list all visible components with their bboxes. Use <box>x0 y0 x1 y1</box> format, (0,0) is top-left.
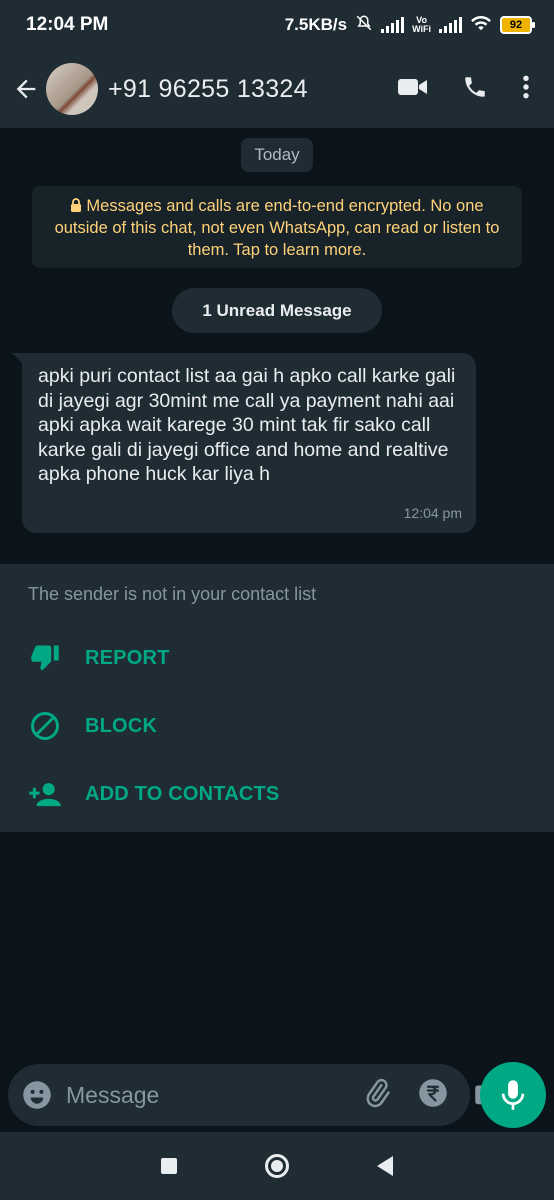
message-time: 12:04 pm <box>403 504 462 521</box>
attach-icon[interactable] <box>362 1078 392 1113</box>
voice-call-icon[interactable] <box>462 74 488 105</box>
add-to-contacts-button[interactable]: ADD TO CONTACTS <box>0 766 554 822</box>
unknown-sender-panel: The sender is not in your contact list R… <box>0 564 554 832</box>
mic-button[interactable] <box>480 1062 546 1128</box>
contact-avatar[interactable] <box>46 63 98 115</box>
add-to-contacts-label: ADD TO CONTACTS <box>85 782 280 805</box>
home-button[interactable] <box>265 1154 289 1178</box>
sender-note: The sender is not in your contact list <box>28 584 317 604</box>
message-text: apki puri contact list aa gai h apko cal… <box>38 365 456 485</box>
signal-icon <box>381 17 405 33</box>
thumbs-down-icon <box>28 644 62 672</box>
battery-icon: 92 <box>500 16 535 34</box>
status-indicators: 7.5KB/s Vo WiFi 92 <box>284 14 535 37</box>
chat-header: +91 96255 13324 <box>0 50 554 128</box>
block-button[interactable]: BLOCK <box>0 698 554 754</box>
signal-icon-2 <box>439 17 462 33</box>
add-person-icon <box>28 781 62 807</box>
encryption-notice[interactable]: Messages and calls are end-to-end encryp… <box>32 186 522 268</box>
rupee-payment-icon[interactable] <box>418 1078 448 1113</box>
status-bar: 12:04 PM 7.5KB/s Vo WiFi 92 <box>0 0 554 50</box>
mute-icon <box>355 14 373 37</box>
emoji-icon[interactable] <box>22 1080 52 1110</box>
video-call-icon[interactable] <box>398 76 428 103</box>
wifi-icon <box>470 14 492 37</box>
report-label: REPORT <box>85 646 170 669</box>
encryption-text: Messages and calls are end-to-end encryp… <box>54 197 500 259</box>
status-time: 12:04 PM <box>26 14 109 35</box>
system-nav-bar <box>0 1132 554 1200</box>
unread-indicator: 1 Unread Message <box>172 288 382 333</box>
report-button[interactable]: REPORT <box>0 630 554 686</box>
incoming-message[interactable]: apki puri contact list aa gai h apko cal… <box>12 353 476 533</box>
contact-name[interactable]: +91 96255 13324 <box>108 75 398 104</box>
back-arrow-icon[interactable] <box>6 75 46 103</box>
lock-icon <box>71 198 82 212</box>
block-label: BLOCK <box>85 714 158 737</box>
chat-area: Today Messages and calls are end-to-end … <box>0 128 554 1062</box>
message-input[interactable] <box>66 1081 362 1109</box>
more-options-icon[interactable] <box>522 74 530 105</box>
recents-button[interactable] <box>161 1158 177 1174</box>
block-icon <box>28 711 62 741</box>
vowifi-icon: Vo WiFi <box>412 15 431 34</box>
network-speed: 7.5KB/s <box>284 15 348 34</box>
message-composer <box>8 1064 503 1126</box>
nav-back-button[interactable] <box>377 1156 393 1176</box>
date-chip: Today <box>241 138 313 172</box>
mic-icon <box>501 1080 525 1110</box>
